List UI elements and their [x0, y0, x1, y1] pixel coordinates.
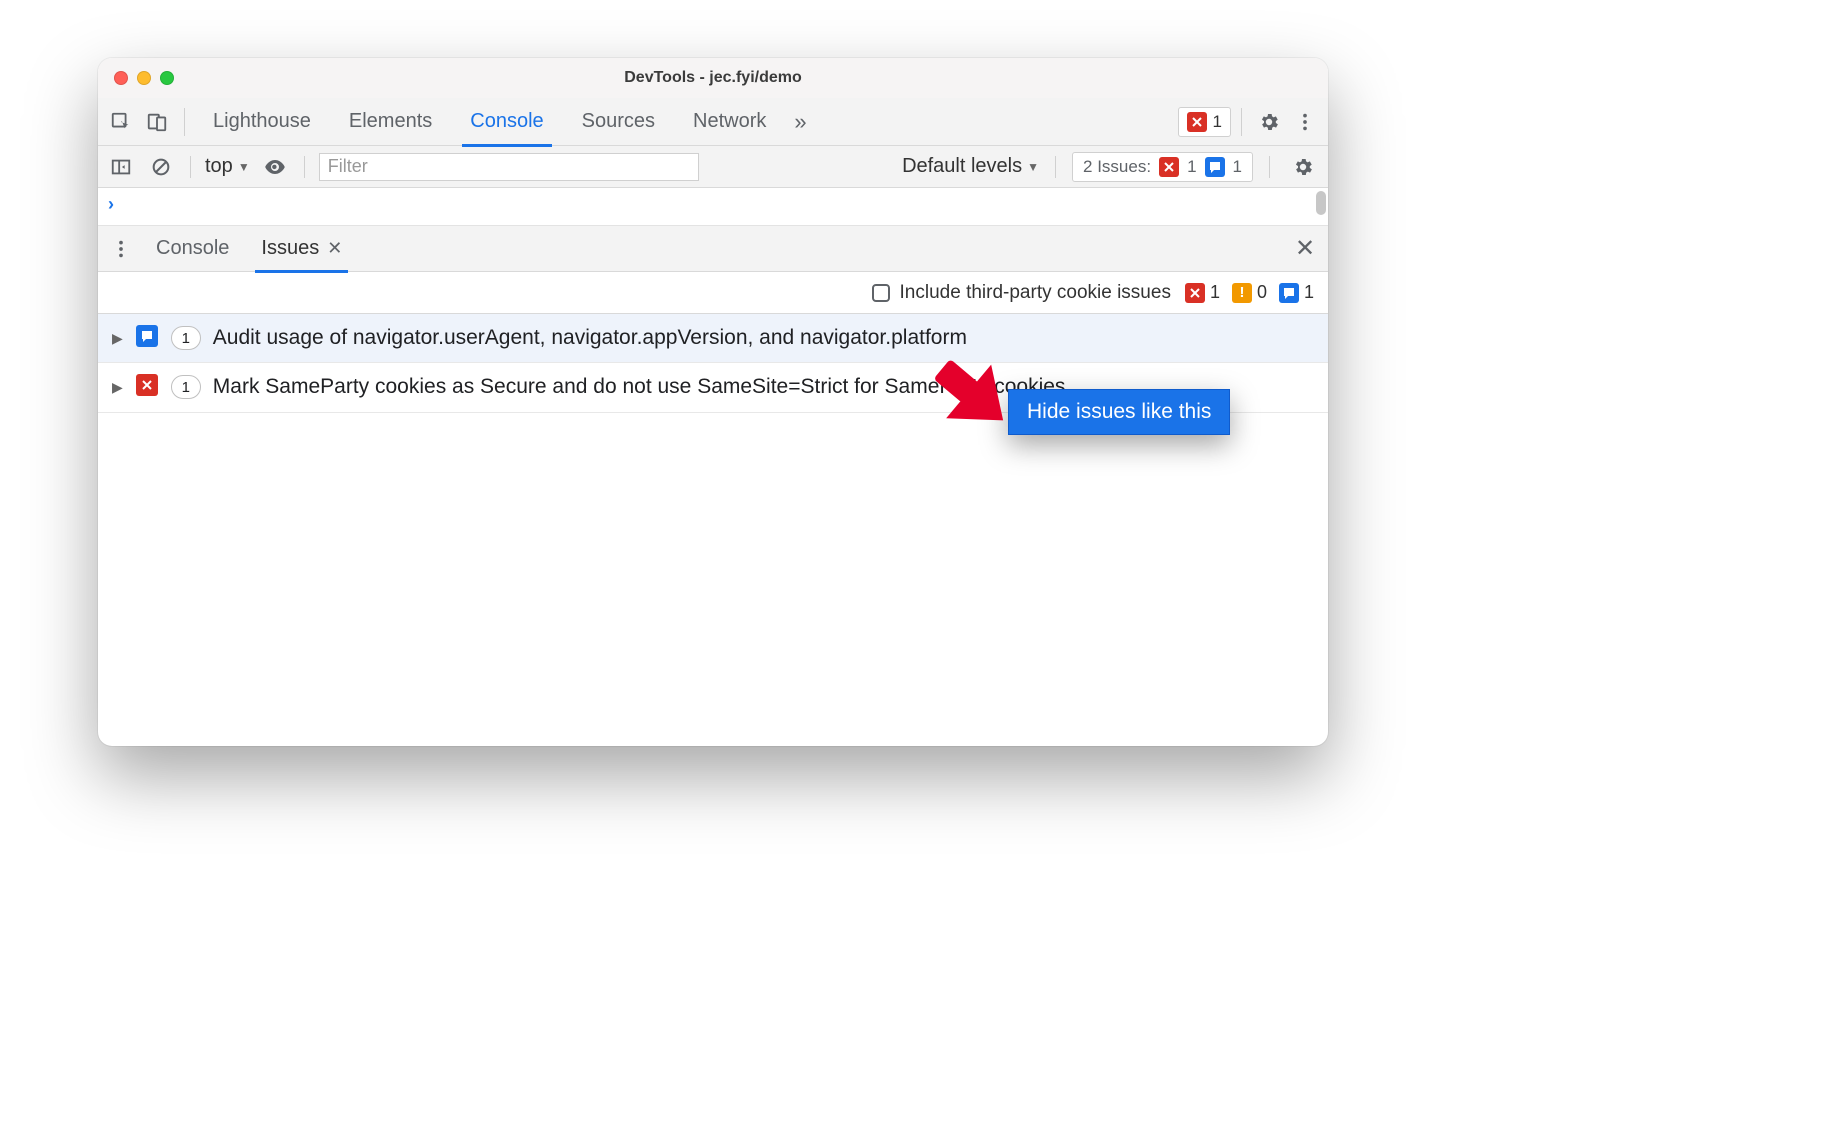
error-icon [1159, 157, 1179, 177]
tab-label: Console [156, 237, 229, 260]
issues-info-count: 1 [1233, 157, 1242, 177]
window-minimize-button[interactable] [137, 71, 151, 85]
issues-toolbar: Include third-party cookie issues 1 !0 1 [98, 272, 1328, 314]
issue-counts: 1 !0 1 [1185, 282, 1314, 303]
console-prompt: › [108, 194, 114, 215]
scrollbar-thumb[interactable] [1316, 191, 1326, 215]
expand-caret-icon[interactable]: ▶ [112, 330, 123, 347]
tab-label: Issues [261, 237, 319, 260]
levels-label: Default levels [902, 155, 1022, 178]
more-menu-button[interactable] [1288, 105, 1322, 139]
console-input-area[interactable]: › [98, 188, 1328, 226]
filter-placeholder: Filter [328, 156, 368, 177]
divider [184, 108, 185, 136]
warning-count: !0 [1232, 282, 1267, 303]
issues-error-count: 1 [1187, 157, 1196, 177]
tab-label: Lighthouse [213, 110, 311, 133]
execution-context-dropdown[interactable]: top ▼ [205, 155, 250, 178]
clear-console-button[interactable] [146, 152, 176, 182]
window-title: DevTools - jec.fyi/demo [624, 69, 802, 87]
context-menu-item-hide[interactable]: Hide issues like this [1008, 389, 1230, 435]
checkbox-label: Include third-party cookie issues [900, 282, 1171, 304]
tab-label: Elements [349, 110, 432, 133]
tab-label: Console [470, 110, 543, 133]
dropdown-triangle-icon: ▼ [1027, 160, 1039, 174]
tab-label: Network [693, 110, 766, 133]
info-icon [1279, 283, 1299, 303]
overflow-glyph: » [794, 109, 806, 135]
log-levels-dropdown[interactable]: Default levels ▼ [902, 155, 1039, 178]
divider [190, 156, 191, 178]
divider [1241, 108, 1242, 136]
console-filter-input[interactable]: Filter [319, 153, 699, 181]
console-settings-button[interactable] [1286, 150, 1320, 184]
context-label: top [205, 155, 233, 178]
annotation-arrow-icon [916, 340, 1036, 440]
stage: DevTools - jec.fyi/demo Lighthouse Eleme… [0, 0, 1834, 1132]
tab-console[interactable]: Console [452, 98, 561, 146]
warning-icon: ! [1232, 283, 1252, 303]
drawer-close-button[interactable]: ✕ [1288, 232, 1322, 266]
errors-count: 1 [1213, 112, 1222, 132]
issue-row[interactable]: ▶ 1 Audit usage of navigator.userAgent, … [98, 314, 1328, 363]
drawer-tab-console[interactable]: Console [142, 226, 243, 272]
issues-label: 2 Issues: [1083, 157, 1151, 177]
dropdown-triangle-icon: ▼ [238, 160, 250, 174]
error-icon [1187, 112, 1207, 132]
tabs-overflow-button[interactable]: » [786, 98, 814, 146]
info-count: 1 [1279, 282, 1314, 303]
context-menu-label: Hide issues like this [1027, 400, 1211, 423]
divider [304, 156, 305, 178]
toggle-sidebar-button[interactable] [106, 152, 136, 182]
window-zoom-button[interactable] [160, 71, 174, 85]
main-tabstrip: Lighthouse Elements Console Sources Netw… [98, 98, 1328, 146]
inspect-element-button[interactable] [104, 105, 138, 139]
issue-count-pill: 1 [171, 326, 201, 350]
error-count: 1 [1185, 282, 1220, 303]
drawer-tab-issues[interactable]: Issues ✕ [247, 226, 356, 272]
error-icon [136, 374, 158, 396]
checkbox-icon [872, 284, 890, 302]
info-icon [136, 325, 158, 347]
live-expression-button[interactable] [260, 152, 290, 182]
tab-lighthouse[interactable]: Lighthouse [195, 98, 329, 146]
issue-title: Audit usage of navigator.userAgent, navi… [213, 324, 1314, 352]
divider [1055, 156, 1056, 178]
close-tab-icon[interactable]: ✕ [327, 238, 342, 259]
tab-network[interactable]: Network [675, 98, 784, 146]
errors-badge[interactable]: 1 [1178, 107, 1231, 137]
error-icon [1185, 283, 1205, 303]
drawer-more-button[interactable] [104, 232, 138, 266]
info-icon [1205, 157, 1225, 177]
drawer-tabstrip: Console Issues ✕ ✕ [98, 226, 1328, 272]
device-toolbar-button[interactable] [140, 105, 174, 139]
settings-button[interactable] [1252, 105, 1286, 139]
window-titlebar: DevTools - jec.fyi/demo [98, 58, 1328, 98]
expand-caret-icon[interactable]: ▶ [112, 379, 123, 396]
window-controls [98, 71, 174, 85]
tab-elements[interactable]: Elements [331, 98, 450, 146]
tab-label: Sources [582, 110, 655, 133]
issue-count-pill: 1 [171, 375, 201, 399]
console-toolbar: top ▼ Filter Default levels ▼ 2 Issues: … [98, 146, 1328, 188]
divider [1269, 156, 1270, 178]
issues-summary-button[interactable]: 2 Issues: 1 1 [1072, 152, 1253, 182]
include-third-party-checkbox[interactable]: Include third-party cookie issues [872, 282, 1171, 304]
tab-sources[interactable]: Sources [564, 98, 673, 146]
window-close-button[interactable] [114, 71, 128, 85]
